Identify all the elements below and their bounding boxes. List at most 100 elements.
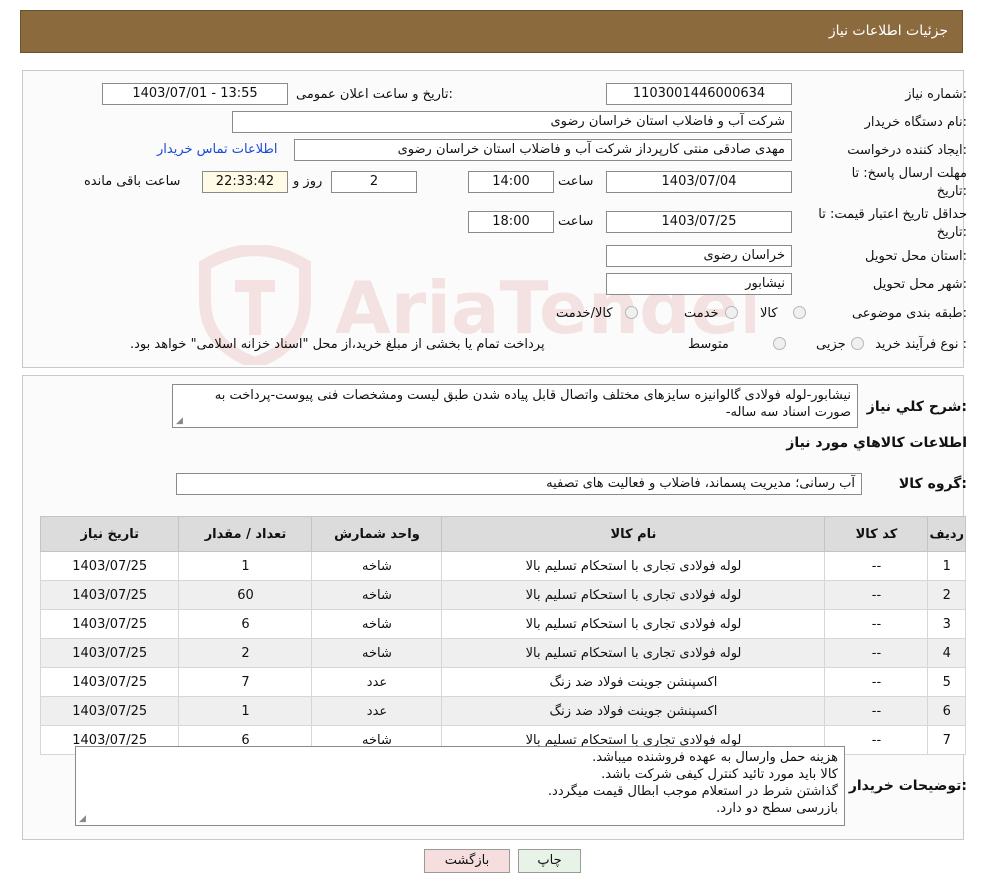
print-button[interactable]: چاپ bbox=[518, 849, 581, 873]
reply-deadline-label: مهلت ارسال پاسخ: تا bbox=[851, 166, 967, 181]
cell-code: -- bbox=[824, 609, 929, 639]
col-header-date: تاریخ نیاز bbox=[39, 516, 180, 552]
cell-code: -- bbox=[824, 551, 929, 581]
cell-qty: 1 bbox=[178, 551, 313, 581]
table-row: 5 -- اکسپنشن جوینت فولاد ضد زنگ عدد 7 14… bbox=[39, 667, 966, 697]
buyer-note-line: گذاشتن شرط در استعلام موجب ابطال قیمت می… bbox=[547, 784, 838, 799]
cell-row: 3 bbox=[927, 609, 966, 639]
cell-code: -- bbox=[824, 667, 929, 697]
city-label: شهر محل تحویل: bbox=[872, 277, 967, 292]
col-header-unit: واحد شمارش bbox=[311, 516, 443, 552]
goods-group-field: آب رسانی؛ مدیریت پسماند، فاضلاب و فعالیت… bbox=[176, 473, 862, 495]
buyer-note-line: بازرسی سطح دو دارد. bbox=[716, 801, 838, 816]
days-field: 2 bbox=[331, 171, 417, 193]
cell-date: 1403/07/25 bbox=[39, 696, 180, 726]
validity-date-field: 1403/07/25 bbox=[606, 211, 792, 233]
buyer-notes-textarea[interactable]: هزینه حمل وارسال به عهده فروشنده میباشد.… bbox=[75, 746, 845, 826]
cell-row: 2 bbox=[927, 580, 966, 610]
reply-time-field: 14:00 bbox=[468, 171, 554, 193]
category-option-service: خدمت bbox=[684, 306, 719, 321]
cell-row: 6 bbox=[927, 696, 966, 726]
goods-table: ردیف کد کالا نام کالا واحد شمارش تعداد /… bbox=[39, 516, 966, 755]
cell-date: 1403/07/25 bbox=[39, 580, 180, 610]
cell-name: لوله فولادی تجاری با استحکام تسلیم بالا bbox=[441, 551, 826, 581]
announce-label: تاریخ و ساعت اعلان عمومی: bbox=[296, 87, 453, 102]
process-radio-minor[interactable] bbox=[851, 337, 864, 350]
cell-unit: عدد bbox=[311, 667, 443, 697]
table-row: 6 -- اکسپنشن جوینت فولاد ضد زنگ عدد 1 14… bbox=[39, 696, 966, 726]
remaining-time-field: 22:33:42 bbox=[202, 171, 288, 193]
col-header-name: نام کالا bbox=[441, 516, 826, 552]
need-number-field: 1103001446000634 bbox=[606, 83, 792, 105]
province-label: استان محل تحویل: bbox=[865, 249, 967, 264]
table-row: 2 -- لوله فولادی تجاری با استحکام تسلیم … bbox=[39, 580, 966, 610]
cell-unit: شاخه bbox=[311, 580, 443, 610]
summary-textarea[interactable]: نیشابور-لوله فولادی گالوانیزه سایزهای مخ… bbox=[172, 384, 858, 428]
category-option-both: کالا/خدمت bbox=[556, 306, 613, 321]
cell-date: 1403/07/25 bbox=[39, 667, 180, 697]
announce-datetime-field: 1403/07/01 - 13:55 bbox=[102, 83, 288, 105]
remaining-label: ساعت باقی مانده bbox=[84, 174, 181, 189]
reply-deadline-label-2: تاریخ: bbox=[936, 184, 967, 199]
resize-grip-icon: ◢ bbox=[79, 814, 86, 824]
cell-code: -- bbox=[824, 638, 929, 668]
category-radio-goods[interactable] bbox=[793, 306, 806, 319]
reply-time-label: ساعت bbox=[558, 174, 594, 189]
goods-info-title: اطلاعات کالاهاي مورد نياز bbox=[786, 435, 967, 451]
cell-qty: 2 bbox=[178, 638, 313, 668]
buyer-note-line: هزینه حمل وارسال به عهده فروشنده میباشد. bbox=[592, 750, 838, 765]
cell-qty: 1 bbox=[178, 696, 313, 726]
process-option-medium: متوسط bbox=[688, 337, 729, 352]
validity-time-label: ساعت bbox=[558, 214, 594, 229]
need-number-label: شماره نیاز: bbox=[905, 87, 967, 102]
price-validity-label-2: تاریخ: bbox=[936, 225, 967, 240]
table-row: 4 -- لوله فولادی تجاری با استحکام تسلیم … bbox=[39, 638, 966, 668]
validity-time-field: 18:00 bbox=[468, 211, 554, 233]
cell-row: 7 bbox=[927, 725, 966, 755]
summary-label: شرح کلي نياز: bbox=[866, 399, 967, 415]
cell-name: اکسپنشن جوینت فولاد ضد زنگ bbox=[441, 696, 826, 726]
page-title: جزئیات اطلاعات نیاز bbox=[828, 23, 948, 39]
price-validity-label: حداقل تاریخ اعتبار قیمت: تا bbox=[818, 207, 967, 222]
cell-unit: شاخه bbox=[311, 551, 443, 581]
cell-code: -- bbox=[824, 696, 929, 726]
cell-name: اکسپنشن جوینت فولاد ضد زنگ bbox=[441, 667, 826, 697]
cell-date: 1403/07/25 bbox=[39, 638, 180, 668]
requester-field: مهدی صادقی منتی کارپرداز شرکت آب و فاضلا… bbox=[294, 139, 792, 161]
buyer-notes-label: توضیحات خریدار: bbox=[848, 778, 967, 794]
back-button[interactable]: بازگشت bbox=[424, 849, 510, 873]
col-header-qty: تعداد / مقدار bbox=[178, 516, 313, 552]
cell-name: لوله فولادی تجاری با استحکام تسلیم بالا bbox=[441, 609, 826, 639]
cell-qty: 6 bbox=[178, 609, 313, 639]
cell-date: 1403/07/25 bbox=[39, 609, 180, 639]
buyer-org-field: شرکت آب و فاضلاب استان خراسان رضوی bbox=[232, 111, 792, 133]
buyer-org-label: نام دستگاه خریدار: bbox=[864, 115, 967, 130]
page-header: جزئیات اطلاعات نیاز bbox=[20, 10, 963, 53]
cell-name: لوله فولادی تجاری با استحکام تسلیم بالا bbox=[441, 638, 826, 668]
cell-qty: 7 bbox=[178, 667, 313, 697]
goods-group-label: گروه کالا: bbox=[898, 476, 967, 492]
cell-date: 1403/07/25 bbox=[39, 551, 180, 581]
category-label: طبقه بندی موضوعی: bbox=[851, 306, 967, 321]
table-row: 3 -- لوله فولادی تجاری با استحکام تسلیم … bbox=[39, 609, 966, 639]
col-header-row: ردیف bbox=[927, 516, 966, 552]
days-label: روز و bbox=[293, 174, 323, 189]
payment-note: پرداخت تمام یا بخشی از مبلغ خرید،از محل … bbox=[130, 337, 545, 352]
cell-row: 4 bbox=[927, 638, 966, 668]
cell-code: -- bbox=[824, 580, 929, 610]
table-row: 1 -- لوله فولادی تجاری با استحکام تسلیم … bbox=[39, 551, 966, 581]
cell-unit: شاخه bbox=[311, 609, 443, 639]
cell-name: لوله فولادی تجاری با استحکام تسلیم بالا bbox=[441, 580, 826, 610]
cell-unit: عدد bbox=[311, 696, 443, 726]
category-radio-both[interactable] bbox=[625, 306, 638, 319]
cell-row: 1 bbox=[927, 551, 966, 581]
category-radio-service[interactable] bbox=[725, 306, 738, 319]
requester-label: ایجاد کننده درخواست: bbox=[847, 143, 967, 158]
buyer-note-line: کالا باید مورد تائید کنترل کیفی شرکت باش… bbox=[601, 767, 838, 782]
cell-row: 5 bbox=[927, 667, 966, 697]
process-radio-medium[interactable] bbox=[773, 337, 786, 350]
buyer-contact-link[interactable]: اطلاعات تماس خریدار bbox=[157, 142, 277, 157]
reply-date-field: 1403/07/04 bbox=[606, 171, 792, 193]
process-label: نوع فرآیند خرید : bbox=[875, 337, 967, 352]
cell-unit: شاخه bbox=[311, 638, 443, 668]
